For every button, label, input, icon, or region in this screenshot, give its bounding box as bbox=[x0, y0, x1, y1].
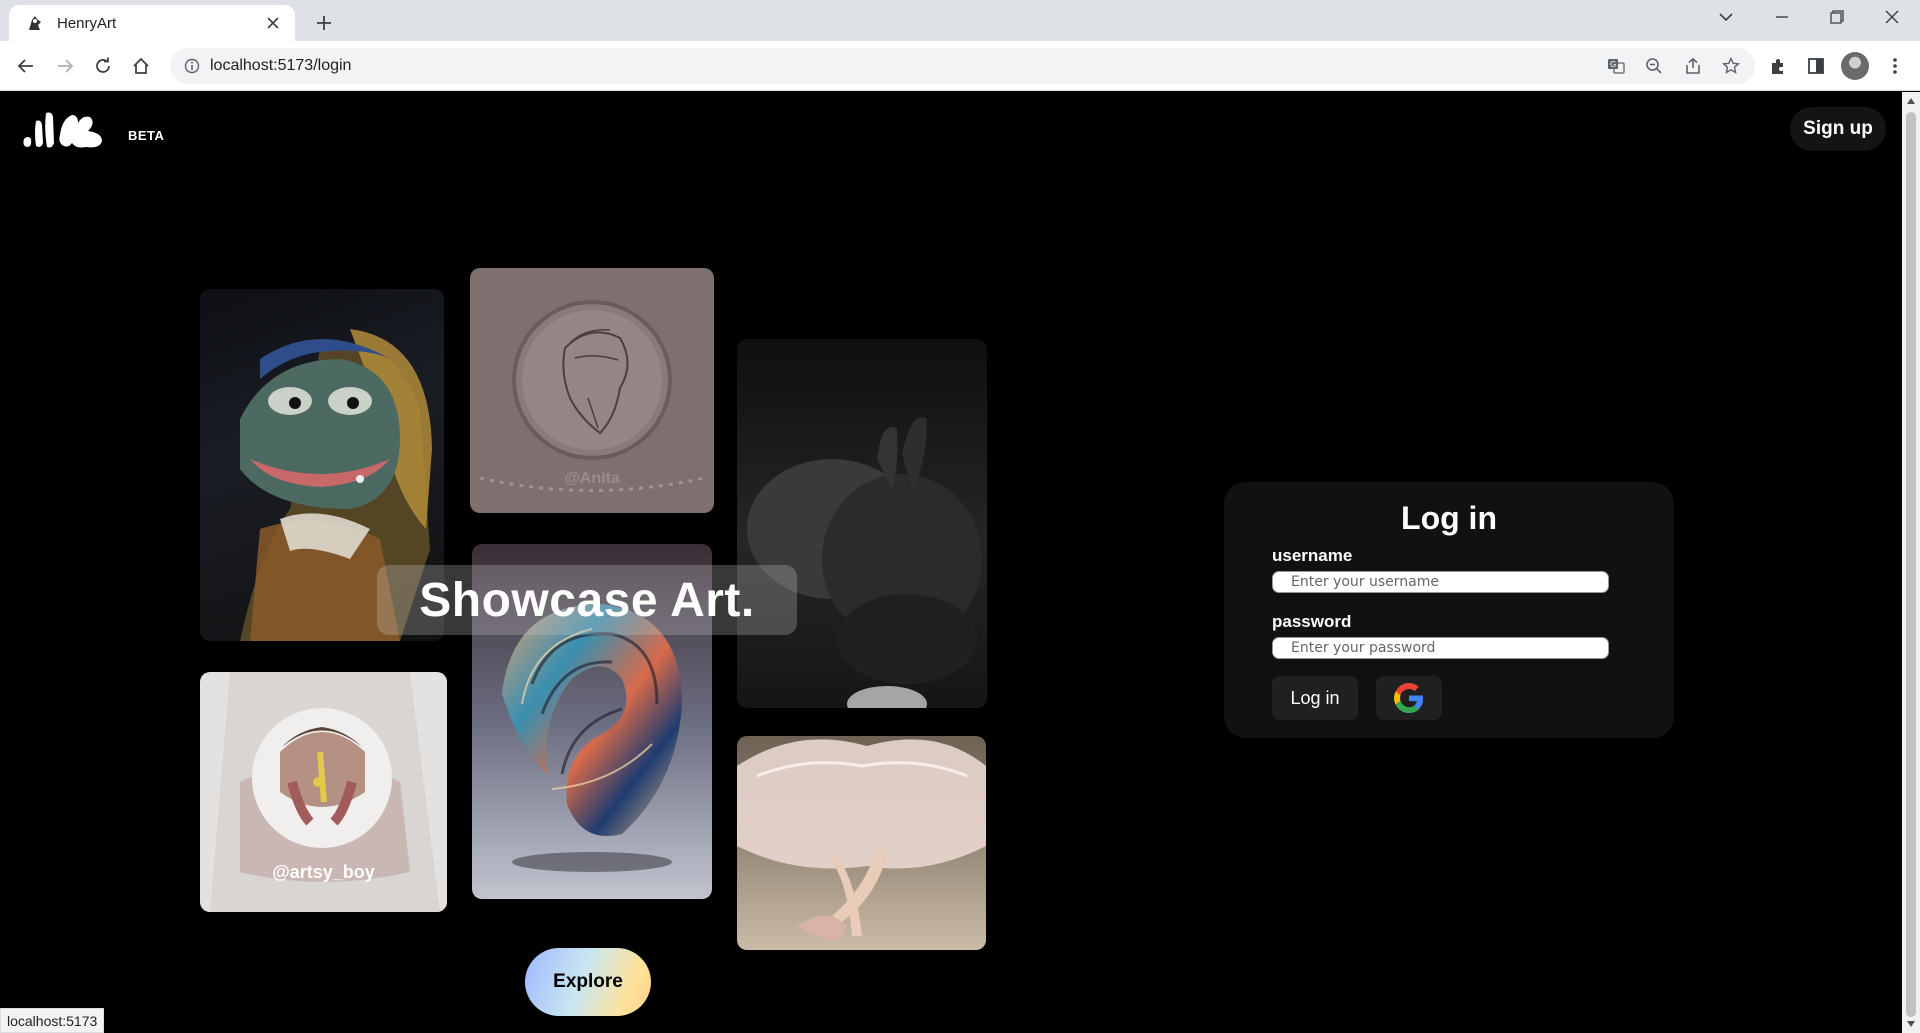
forward-icon[interactable] bbox=[50, 51, 80, 81]
login-submit-button[interactable]: Log in bbox=[1272, 676, 1358, 720]
side-panel-icon[interactable] bbox=[1801, 51, 1831, 81]
extensions-icon[interactable] bbox=[1763, 51, 1793, 81]
password-label: password bbox=[1272, 612, 1352, 631]
window-close-icon[interactable] bbox=[1870, 0, 1914, 34]
url-text: localhost:5173/login bbox=[210, 57, 352, 74]
login-card: Log in username password Log in bbox=[1224, 482, 1674, 738]
signup-button[interactable]: Sign up bbox=[1790, 107, 1886, 151]
explore-button[interactable]: Explore bbox=[525, 948, 651, 1016]
henryart-logo-icon bbox=[23, 112, 102, 148]
henryart-logo[interactable]: BETA bbox=[22, 109, 164, 149]
art-card-anita[interactable]: @Anita bbox=[470, 268, 714, 513]
tab-title: HenryArt bbox=[57, 14, 117, 32]
username-label: username bbox=[1272, 546, 1353, 565]
site-info-icon[interactable] bbox=[182, 56, 202, 76]
browser-tab[interactable]: HenryArt bbox=[9, 5, 295, 41]
translate-icon[interactable]: G bbox=[1601, 51, 1631, 81]
new-tab-button[interactable] bbox=[310, 9, 338, 37]
beta-badge: BETA bbox=[128, 128, 165, 143]
artsy-boy-handle: @artsy_boy bbox=[272, 862, 375, 882]
art-card-ballerina-image bbox=[737, 739, 986, 941]
link-status-bubble: localhost:5173 bbox=[0, 1008, 105, 1033]
username-input[interactable] bbox=[1272, 571, 1609, 593]
scroll-up-icon[interactable] bbox=[1906, 96, 1916, 106]
art-card-rabbits-image bbox=[747, 417, 982, 708]
showcase-headline: Showcase Art. bbox=[377, 565, 797, 635]
back-icon[interactable] bbox=[11, 51, 41, 81]
svg-text:G: G bbox=[1610, 60, 1616, 69]
menu-icon[interactable] bbox=[1880, 51, 1910, 81]
minimize-icon[interactable] bbox=[1760, 0, 1804, 34]
favicon-icon bbox=[25, 13, 45, 33]
home-icon[interactable] bbox=[126, 51, 156, 81]
password-input[interactable] bbox=[1272, 637, 1609, 659]
reload-icon[interactable] bbox=[88, 51, 118, 81]
art-card-ballerina[interactable] bbox=[737, 736, 986, 950]
google-icon bbox=[1394, 683, 1424, 713]
anita-handle: @Anita bbox=[564, 470, 620, 487]
google-login-button[interactable] bbox=[1376, 676, 1442, 720]
zoom-icon[interactable] bbox=[1639, 51, 1669, 81]
tab-search-icon[interactable] bbox=[1704, 0, 1748, 34]
page-scrollbar[interactable] bbox=[1902, 92, 1920, 1033]
scroll-thumb[interactable] bbox=[1906, 112, 1916, 1017]
page-viewport: BETA Sign up @Anita @artsy_boy Showcase … bbox=[0, 92, 1902, 1033]
scroll-down-icon[interactable] bbox=[1906, 1019, 1916, 1029]
bookmark-star-icon[interactable] bbox=[1716, 51, 1746, 81]
browser-toolbar: localhost:5173/login G bbox=[0, 41, 1920, 91]
browser-tab-strip: HenryArt bbox=[0, 0, 1920, 41]
share-icon[interactable] bbox=[1678, 51, 1708, 81]
close-icon[interactable] bbox=[263, 13, 283, 33]
restore-icon[interactable] bbox=[1815, 0, 1859, 34]
login-title: Log in bbox=[1401, 500, 1497, 536]
address-bar[interactable]: localhost:5173/login G bbox=[170, 48, 1755, 84]
profile-avatar[interactable] bbox=[1841, 52, 1869, 80]
art-card-rabbits[interactable] bbox=[737, 339, 987, 708]
art-card-artsy-boy[interactable]: @artsy_boy bbox=[200, 672, 447, 912]
